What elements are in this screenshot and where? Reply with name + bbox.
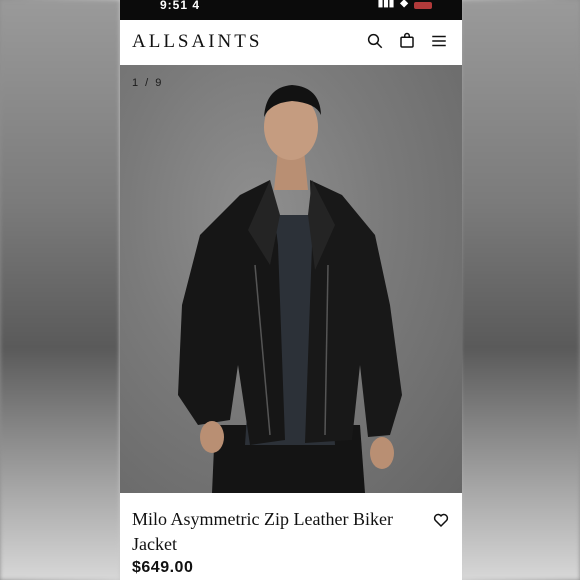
product-title: Milo Asymmetric Zip Leather Biker Jacket xyxy=(132,509,393,554)
heart-icon[interactable] xyxy=(432,511,450,529)
battery-icon xyxy=(414,2,432,9)
product-price: $649.00 xyxy=(132,559,194,576)
status-bar: 9:51 4 ▮▮▮ ◆ xyxy=(120,0,462,20)
header-actions xyxy=(366,32,448,50)
background-left xyxy=(0,0,120,580)
product-image[interactable]: 1 / 9 xyxy=(120,65,462,493)
phone-screen: 9:51 4 ▮▮▮ ◆ ALLSAINTS 1 / 9 Milo Asymme… xyxy=(120,0,462,580)
product-info: Milo Asymmetric Zip Leather Biker Jacket… xyxy=(120,493,462,580)
menu-icon[interactable] xyxy=(430,32,448,50)
status-time: 9:51 4 xyxy=(160,0,201,12)
background-right xyxy=(460,0,580,580)
status-icons: ▮▮▮ ◆ xyxy=(378,0,432,9)
wifi-icon: ◆ xyxy=(400,0,408,9)
signal-icon: ▮▮▮ xyxy=(377,0,395,9)
model-photo xyxy=(178,85,402,493)
brand-logo[interactable]: ALLSAINTS xyxy=(132,31,262,53)
bag-icon[interactable] xyxy=(398,32,416,50)
search-icon[interactable] xyxy=(366,32,384,50)
gallery-counter: 1 / 9 xyxy=(132,77,164,89)
site-header: ALLSAINTS xyxy=(120,20,462,66)
